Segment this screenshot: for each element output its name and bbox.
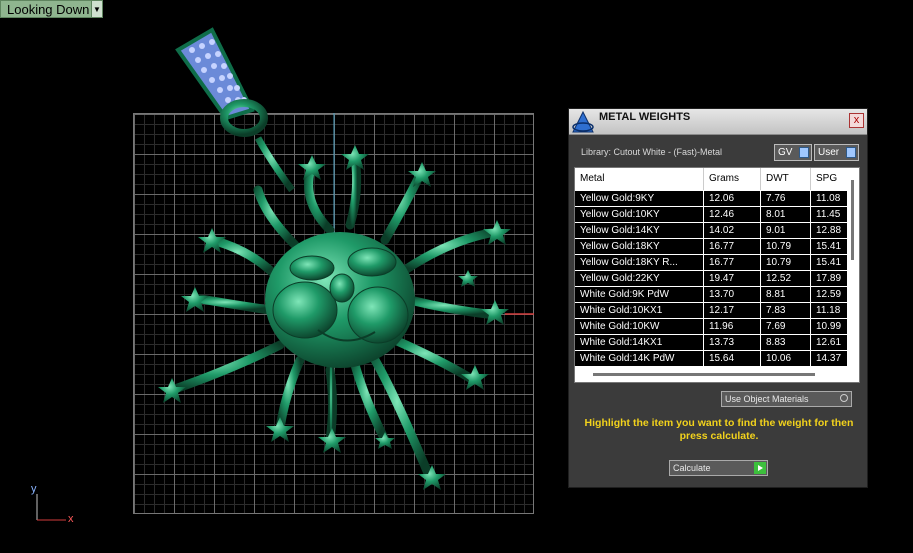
- table-row[interactable]: White Gold:14KX1 13.73 8.83 12.61: [575, 335, 847, 350]
- cell-spg: 11.18: [816, 305, 841, 316]
- use-object-materials-label: Use Object Materials: [725, 394, 809, 404]
- user-toggle[interactable]: User: [814, 144, 859, 161]
- cell-metal: White Gold:9K PdW: [575, 287, 704, 302]
- cell-metal: Yellow Gold:22KY: [575, 271, 704, 286]
- cell-spg: 15.41: [816, 257, 842, 268]
- instruction-text: Highlight the item you want to find the …: [584, 417, 854, 442]
- table-header: Metal Grams DWT SPG: [575, 168, 847, 190]
- table-row[interactable]: Yellow Gold:10KY 12.46 8.01 11.45: [575, 207, 847, 222]
- cell-metal: White Gold:14K PdW: [575, 351, 704, 366]
- cell-metal: Yellow Gold:18KY R...: [575, 255, 704, 270]
- toggle-knob-icon: [799, 147, 809, 158]
- gizmo-x-label: x: [68, 513, 74, 525]
- cell-metal: Yellow Gold:9KY: [575, 191, 704, 206]
- cell-grams: 15.64: [704, 351, 761, 366]
- cell-dwt: 10.06: [761, 351, 811, 366]
- horizontal-scrollbar[interactable]: [593, 373, 815, 376]
- cell-metal: White Gold:10KX1: [575, 303, 704, 318]
- table-row[interactable]: White Gold:14K PdW 15.64 10.06 14.37: [575, 351, 847, 366]
- vertical-scrollbar[interactable]: [851, 180, 854, 260]
- radio-icon: [840, 394, 848, 402]
- panel-title: METAL WEIGHTS: [599, 111, 691, 123]
- cell-metal: Yellow Gold:10KY: [575, 207, 704, 222]
- user-toggle-label: User: [818, 147, 840, 158]
- toggle-knob-icon: [846, 147, 856, 158]
- cell-grams: 14.02: [704, 223, 761, 238]
- close-icon: x: [853, 114, 860, 126]
- cell-dwt: 8.83: [761, 335, 811, 350]
- table-row[interactable]: Yellow Gold:9KY 12.06 7.76 11.08: [575, 191, 847, 206]
- cell-grams: 11.96: [704, 319, 761, 334]
- metal-weights-panel: METAL WEIGHTS x Library: Cutout White - …: [568, 108, 868, 488]
- cell-grams: 12.06: [704, 191, 761, 206]
- cell-spg: 15.41: [816, 241, 842, 252]
- calculate-label: Calculate: [673, 463, 711, 473]
- column-header-grams[interactable]: Grams: [704, 168, 761, 190]
- cell-dwt: 7.83: [761, 303, 811, 318]
- cell-dwt: 10.79: [761, 239, 811, 254]
- cell-grams: 16.77: [704, 239, 761, 254]
- cell-grams: 12.46: [704, 207, 761, 222]
- cell-spg: 12.59: [816, 289, 842, 300]
- gv-toggle[interactable]: GV: [774, 144, 812, 161]
- table-row[interactable]: Yellow Gold:22KY 19.47 12.52 17.89: [575, 271, 847, 286]
- cell-metal: Yellow Gold:14KY: [575, 223, 704, 238]
- cell-dwt: 7.76: [761, 191, 811, 206]
- matrix-logo-icon: [572, 110, 594, 133]
- cell-grams: 19.47: [704, 271, 761, 286]
- metal-weights-table: Metal Grams DWT SPG Yellow Gold:9KY 12.06…: [574, 167, 860, 383]
- table-row[interactable]: Yellow Gold:18KY R... 16.77 10.79 15.41: [575, 255, 847, 270]
- table-row[interactable]: White Gold:10KX1 12.17 7.83 11.18: [575, 303, 847, 318]
- cell-grams: 12.17: [704, 303, 761, 318]
- cell-metal: White Gold:14KX1: [575, 335, 704, 350]
- cell-dwt: 8.81: [761, 287, 811, 302]
- use-object-materials-toggle[interactable]: Use Object Materials: [721, 391, 852, 407]
- cell-spg: 12.88: [816, 225, 842, 236]
- gv-toggle-label: GV: [778, 147, 793, 158]
- gizmo-y-label: y: [31, 483, 37, 495]
- column-header-metal[interactable]: Metal: [575, 168, 704, 190]
- cell-spg: 11.45: [816, 209, 841, 220]
- calculate-button[interactable]: Calculate: [669, 460, 768, 476]
- column-header-spg[interactable]: SPG: [811, 168, 847, 190]
- cell-metal: White Gold:10KW: [575, 319, 704, 334]
- cell-spg: 14.37: [816, 353, 842, 364]
- table-row[interactable]: Yellow Gold:18KY 16.77 10.79 15.41: [575, 239, 847, 254]
- cell-spg: 12.61: [816, 337, 842, 348]
- cell-grams: 13.73: [704, 335, 761, 350]
- cell-grams: 13.70: [704, 287, 761, 302]
- panel-title-bar[interactable]: METAL WEIGHTS x: [569, 109, 867, 135]
- cell-spg: 10.99: [816, 321, 842, 332]
- cell-metal: Yellow Gold:18KY: [575, 239, 704, 254]
- cell-spg: 17.89: [816, 273, 842, 284]
- play-arrow-icon: [754, 462, 766, 474]
- library-label: Library: Cutout White - (Fast)-Metal: [581, 147, 723, 157]
- cell-dwt: 9.01: [761, 223, 811, 238]
- table-row[interactable]: White Gold:10KW 11.96 7.69 10.99: [575, 319, 847, 334]
- column-header-dwt[interactable]: DWT: [761, 168, 811, 190]
- close-button[interactable]: x: [849, 113, 864, 128]
- cell-spg: 11.08: [816, 193, 841, 204]
- cell-dwt: 8.01: [761, 207, 811, 222]
- cell-dwt: 10.79: [761, 255, 811, 270]
- cell-grams: 16.77: [704, 255, 761, 270]
- table-row[interactable]: White Gold:9K PdW 13.70 8.81 12.59: [575, 287, 847, 302]
- table-row[interactable]: Yellow Gold:14KY 14.02 9.01 12.88: [575, 223, 847, 238]
- cell-dwt: 12.52: [761, 271, 811, 286]
- cell-dwt: 7.69: [761, 319, 811, 334]
